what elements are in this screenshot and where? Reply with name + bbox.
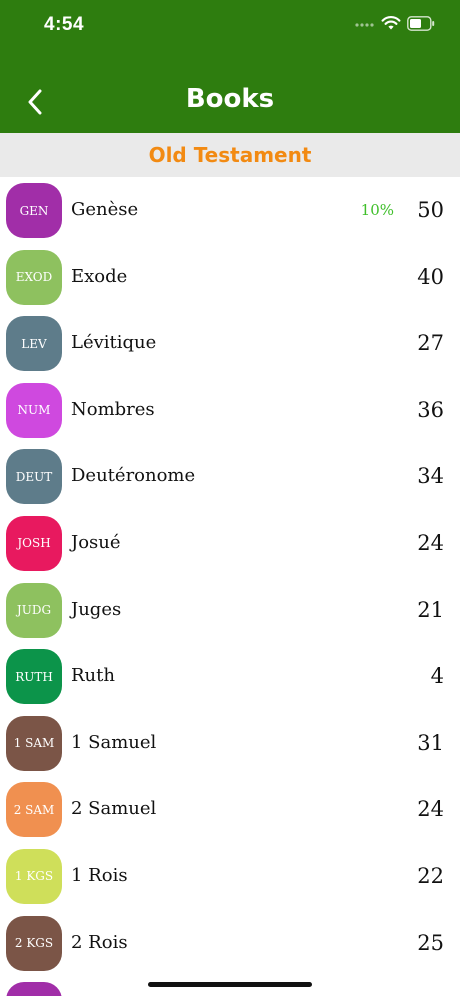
book-row-josue[interactable]: JOSH Josué 24 bbox=[0, 510, 460, 577]
book-name: 1 Samuel bbox=[71, 731, 157, 753]
book-row-deuteronome[interactable]: DEUT Deutéronome 34 bbox=[0, 443, 460, 510]
book-progress bbox=[340, 776, 394, 843]
chapter-count: 31 bbox=[417, 730, 444, 755]
chapter-count: 34 bbox=[417, 464, 444, 489]
chapter-count: 50 bbox=[417, 198, 444, 222]
chapter-count: 24 bbox=[417, 530, 444, 555]
book-name: Lévitique bbox=[71, 332, 157, 354]
book-name: Nombres bbox=[71, 398, 155, 420]
home-indicator[interactable] bbox=[148, 982, 312, 987]
book-row-2-samuel[interactable]: 2 SAM 2 Samuel 24 bbox=[0, 776, 460, 843]
book-name: Josué bbox=[71, 531, 121, 553]
book-progress bbox=[340, 710, 394, 777]
book-progress bbox=[340, 310, 394, 377]
book-list: GEN Genèse 10% 50 EXOD Exode 40 LEV Lévi… bbox=[0, 177, 460, 996]
chapter-count: 21 bbox=[417, 597, 444, 622]
book-progress bbox=[340, 443, 394, 510]
chapter-count: 24 bbox=[417, 797, 444, 822]
book-progress bbox=[340, 643, 394, 710]
book-badge: RUTH bbox=[6, 649, 62, 705]
book-name: 2 Rois bbox=[71, 931, 128, 953]
book-progress bbox=[340, 510, 394, 577]
book-badge: 1 KGS bbox=[6, 848, 62, 904]
battery-icon bbox=[407, 16, 435, 31]
chapter-count: 4 bbox=[430, 664, 444, 689]
book-badge: EXOD bbox=[6, 249, 62, 305]
chapter-count: 36 bbox=[417, 397, 444, 422]
book-progress bbox=[340, 976, 394, 996]
status-time: 4:54 bbox=[44, 14, 85, 35]
book-progress bbox=[340, 577, 394, 644]
page-title: Books bbox=[185, 84, 275, 114]
book-badge: JOSH bbox=[6, 515, 62, 571]
book-name: Deutéronome bbox=[71, 465, 196, 487]
chapter-count: 22 bbox=[417, 863, 444, 888]
app-header: 4:54 Books bbox=[0, 0, 460, 133]
book-name: Exode bbox=[71, 265, 128, 287]
book-row-2-rois[interactable]: 2 KGS 2 Rois 25 bbox=[0, 910, 460, 977]
section-header: Old Testament bbox=[0, 133, 460, 177]
chapter-count: 40 bbox=[417, 264, 444, 289]
wifi-icon bbox=[381, 16, 401, 30]
book-progress bbox=[340, 843, 394, 910]
book-row-juges[interactable]: JUDG Juges 21 bbox=[0, 577, 460, 644]
book-badge: 2 KGS bbox=[6, 915, 62, 971]
book-row-exode[interactable]: EXOD Exode 40 bbox=[0, 244, 460, 311]
book-progress bbox=[340, 377, 394, 444]
book-row-levitique[interactable]: LEV Lévitique 27 bbox=[0, 310, 460, 377]
cellular-signal-icon bbox=[355, 23, 374, 27]
book-row-genese[interactable]: GEN Genèse 10% 50 bbox=[0, 177, 460, 244]
book-name: 2 Samuel bbox=[71, 798, 157, 820]
chapter-count: 27 bbox=[417, 331, 444, 356]
book-name: Juges bbox=[71, 598, 122, 620]
book-badge: GEN bbox=[6, 183, 62, 238]
book-row-ruth[interactable]: RUTH Ruth 4 bbox=[0, 643, 460, 710]
book-progress bbox=[340, 244, 394, 311]
book-badge: LEV bbox=[6, 316, 62, 372]
book-badge: 1 SAM bbox=[6, 715, 62, 771]
book-name: Ruth bbox=[71, 665, 115, 687]
book-row-nombres[interactable]: NUM Nombres 36 bbox=[0, 377, 460, 444]
book-row-1-samuel[interactable]: 1 SAM 1 Samuel 31 bbox=[0, 710, 460, 777]
book-badge bbox=[6, 982, 62, 996]
book-progress bbox=[340, 910, 394, 977]
chapter-count bbox=[404, 976, 444, 996]
book-name: Genèse bbox=[71, 199, 139, 220]
section-title: Old Testament bbox=[148, 143, 312, 167]
book-name: 1 Rois bbox=[71, 864, 128, 886]
book-badge: DEUT bbox=[6, 449, 62, 505]
chapter-count: 25 bbox=[417, 930, 444, 955]
book-progress: 10% bbox=[360, 201, 394, 219]
book-row-1-rois[interactable]: 1 KGS 1 Rois 22 bbox=[0, 843, 460, 910]
book-badge: JUDG bbox=[6, 582, 62, 638]
book-badge: NUM bbox=[6, 382, 62, 438]
book-badge: 2 SAM bbox=[6, 782, 62, 838]
